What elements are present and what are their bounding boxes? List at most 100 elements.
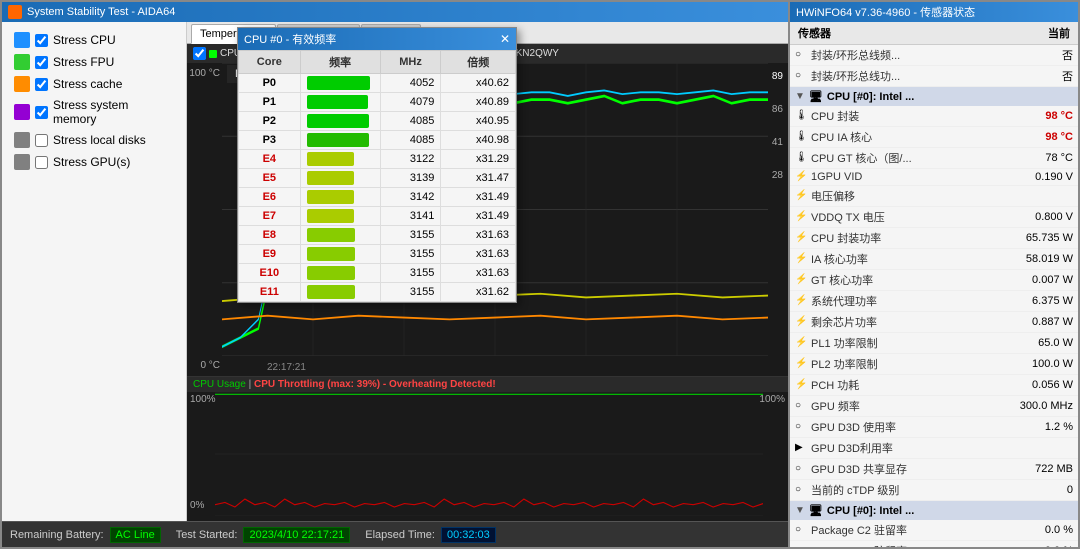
- freq-core: E7: [239, 207, 301, 226]
- checkbox-stress-cpu[interactable]: Stress CPU: [10, 29, 178, 51]
- freq-bar: [307, 76, 371, 90]
- checkbox-stress-memory[interactable]: Stress system memory: [10, 95, 178, 129]
- sensor-icon: ○: [795, 484, 807, 496]
- freq-bar-cell: [300, 207, 380, 226]
- freq-multiplier: x31.63: [441, 226, 516, 245]
- sensor-icon: ○: [795, 463, 807, 475]
- sensor-icon: ⚡: [795, 295, 807, 307]
- battery-value: AC Line: [110, 527, 161, 543]
- sensor-value: 0.007 W: [1018, 274, 1073, 286]
- sensor-row: ○ Package C3 驻留率 0.0 %: [790, 541, 1078, 547]
- sensor-name: Package C3 驻留率: [811, 543, 1018, 547]
- checkbox-stress-gpus[interactable]: Stress GPU(s): [10, 151, 178, 173]
- hwinfo-panel: HWiNFO64 v7.36-4960 - 传感器状态 传感器 当前 ○ 封装/…: [790, 0, 1080, 549]
- stress-cpu-checkbox[interactable]: [35, 34, 48, 47]
- freq-row: P24085x40.95: [239, 112, 516, 131]
- sensor-name: VDDQ TX 电压: [811, 209, 1018, 225]
- freq-bar-cell: [300, 169, 380, 188]
- usage-header: CPU Usage | CPU Throttling (max: 39%) - …: [187, 377, 788, 392]
- freq-multiplier: x31.63: [441, 245, 516, 264]
- right-values: 89 86 41 28: [772, 71, 783, 181]
- section-header[interactable]: ▼ 🖥 CPU [#0]: Intel ...: [790, 501, 1078, 520]
- freq-table: Core 频率 MHz 倍频 P04052x40.62P14079x40.89P…: [238, 50, 516, 302]
- sensor-icon: ⚡: [795, 211, 807, 223]
- aida-status-bar: Remaining Battery: AC Line Test Started:…: [2, 521, 788, 547]
- freq-multiplier: x31.49: [441, 207, 516, 226]
- freq-row: E53139x31.47: [239, 169, 516, 188]
- freq-multiplier: x40.95: [441, 112, 516, 131]
- elapsed-label: Elapsed Time:: [365, 529, 435, 541]
- sensor-value: 98 °C: [1018, 131, 1073, 143]
- col-mhz: MHz: [380, 51, 441, 74]
- freq-popup-close[interactable]: ✕: [500, 32, 510, 46]
- sensor-icon: ⚡: [795, 337, 807, 349]
- sensor-icon: ○: [795, 421, 807, 433]
- sensor-name: GPU D3D利用率: [811, 440, 1018, 456]
- elapsed-value: 00:32:03: [441, 527, 496, 543]
- hwinfo-scroll[interactable]: ○ 封装/环形总线频... 否○ 封装/环形总线功... 否▼ 🖥 CPU [#…: [790, 45, 1078, 547]
- test-started-item: Test Started: 2023/4/10 22:17:21: [176, 527, 351, 543]
- sensor-icon: ○: [795, 400, 807, 412]
- freq-row: P34085x40.98: [239, 131, 516, 150]
- right-val-3: 41: [772, 137, 783, 148]
- usage-y-max: 100%: [190, 394, 216, 405]
- freq-core: E11: [239, 283, 301, 302]
- freq-mhz: 3139: [380, 169, 441, 188]
- sensor-icon: 🌡: [795, 152, 807, 164]
- checkbox-stress-cache[interactable]: Stress cache: [10, 73, 178, 95]
- stress-fpu-checkbox[interactable]: [35, 56, 48, 69]
- freq-multiplier: x31.63: [441, 264, 516, 283]
- checkbox-stress-disks[interactable]: Stress local disks: [10, 129, 178, 151]
- cpu-icon: [14, 32, 30, 48]
- freq-mhz: 3155: [380, 283, 441, 302]
- stress-gpus-checkbox[interactable]: [35, 156, 48, 169]
- freq-core: E9: [239, 245, 301, 264]
- freq-bar: [307, 285, 355, 299]
- collapse-icon: ▼: [795, 91, 805, 102]
- freq-bar: [307, 133, 369, 147]
- sensor-name: 剩余芯片功率: [811, 314, 1018, 330]
- cpu-dot: [209, 50, 217, 58]
- sensor-icon: ⚡: [795, 358, 807, 370]
- freq-mhz: 3155: [380, 264, 441, 283]
- stress-fpu-label: Stress FPU: [53, 55, 114, 69]
- freq-mhz: 4079: [380, 93, 441, 112]
- sensor-value: 98 °C: [1018, 110, 1073, 122]
- section-title: CPU [#0]: Intel ...: [827, 91, 914, 103]
- freq-bar: [307, 247, 355, 261]
- stress-memory-checkbox[interactable]: [35, 106, 48, 119]
- checkbox-stress-fpu[interactable]: Stress FPU: [10, 51, 178, 73]
- freq-bar-cell: [300, 188, 380, 207]
- sensor-name: GPU 频率: [811, 398, 1018, 414]
- stress-memory-label: Stress system memory: [53, 98, 174, 126]
- sensor-value: 0.0 %: [1018, 524, 1073, 536]
- checkbox-cpu-chart[interactable]: CPU: [193, 47, 241, 60]
- sensor-name: CPU 封装功率: [811, 230, 1018, 246]
- elapsed-item: Elapsed Time: 00:32:03: [365, 527, 496, 543]
- sensor-name: GPU D3D 使用率: [811, 419, 1018, 435]
- usage-right-val: 100%: [759, 394, 785, 405]
- freq-bar-cell: [300, 226, 380, 245]
- sensor-name: GT 核心功率: [811, 272, 1018, 288]
- sensor-row: ○ GPU D3D 共享显存 722 MB: [790, 459, 1078, 480]
- freq-bar-cell: [300, 74, 380, 93]
- freq-bar-cell: [300, 131, 380, 150]
- sensor-value: 65.735 W: [1018, 232, 1073, 244]
- sensor-row: 🌡 CPU GT 核心（图/... 78 °C: [790, 148, 1078, 169]
- sensor-row: 🌡 CPU 封装 98 °C: [790, 106, 1078, 127]
- sensor-value: 0.190 V: [1018, 171, 1073, 183]
- sensor-icon: ⚡: [795, 379, 807, 391]
- stress-disks-checkbox[interactable]: [35, 134, 48, 147]
- sensor-value: 6.375 W: [1018, 295, 1073, 307]
- sensor-icon: ○: [795, 49, 807, 61]
- stress-cache-checkbox[interactable]: [35, 78, 48, 91]
- section-header[interactable]: ▼ 🖥 CPU [#0]: Intel ...: [790, 87, 1078, 106]
- freq-bar: [307, 228, 355, 242]
- freq-mhz: 3155: [380, 226, 441, 245]
- freq-mhz: 3155: [380, 245, 441, 264]
- sensor-value: 300.0 MHz: [1018, 400, 1073, 412]
- hwinfo-col-current: 当前: [1048, 25, 1070, 41]
- freq-multiplier: x40.62: [441, 74, 516, 93]
- freq-core: E10: [239, 264, 301, 283]
- stress-disks-label: Stress local disks: [53, 133, 146, 147]
